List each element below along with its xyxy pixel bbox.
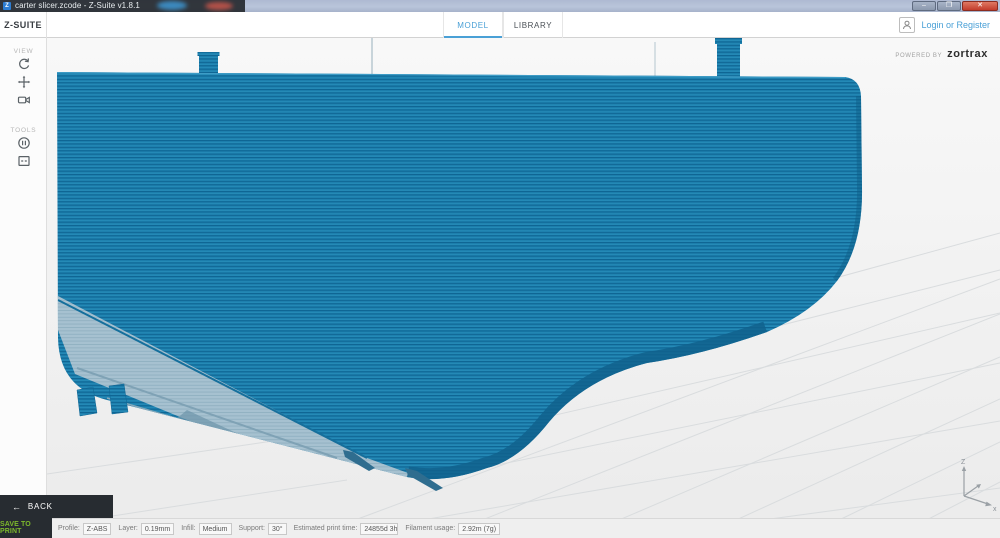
app-header: Z-SUITE MODEL LIBRARY Login or Register xyxy=(0,12,1000,38)
print-summary-bar: SAVE TO PRINT Profile: Z-ABS Layer: 0.19… xyxy=(0,518,1000,538)
axis-x-label: x xyxy=(993,506,997,513)
logo-box: Z-SUITE xyxy=(0,12,47,38)
powered-by-label: POWERED BY xyxy=(895,53,942,59)
support-label: Support: xyxy=(239,525,265,532)
support-field: Support: 30° xyxy=(239,523,287,535)
desktop-icon-blur-blue xyxy=(157,1,187,10)
support-value: 30° xyxy=(268,523,287,535)
dimensions-icon[interactable] xyxy=(0,152,47,170)
profile-label: Profile: xyxy=(58,525,80,532)
sidebar-section-view-label: VIEW xyxy=(14,48,34,55)
sliced-model[interactable] xyxy=(57,38,862,491)
axis-z-label: Z xyxy=(961,459,966,466)
back-arrow-icon: ← xyxy=(12,502,22,512)
minimize-button[interactable]: – xyxy=(912,1,936,11)
login-area[interactable]: Login or Register xyxy=(899,12,990,38)
back-button-label: BACK xyxy=(28,502,53,511)
camera-icon[interactable] xyxy=(0,91,47,109)
print-time-label: Estimated print time: xyxy=(294,525,358,532)
move-icon[interactable] xyxy=(0,73,47,91)
maximize-button[interactable]: ❐ xyxy=(937,1,961,11)
model-boss-right xyxy=(715,38,742,82)
layer-field: Layer: 0.19mm xyxy=(118,523,174,535)
z-suite-logo: Z-SUITE xyxy=(4,20,42,30)
profile-value: Z-ABS xyxy=(83,523,112,535)
model-boss-left xyxy=(198,52,220,76)
tab-model[interactable]: MODEL xyxy=(443,12,503,38)
user-icon xyxy=(899,17,915,33)
tab-library[interactable]: LIBRARY xyxy=(503,12,563,38)
infill-label: Infill: xyxy=(181,525,195,532)
filament-usage-field: Filament usage: 2.92m (7g) xyxy=(405,523,500,535)
powered-by-branding: POWERED BY zortrax xyxy=(895,48,988,60)
save-to-print-button[interactable]: SAVE TO PRINT xyxy=(0,518,52,538)
filament-usage-label: Filament usage: xyxy=(405,525,455,532)
login-or-register-link[interactable]: Login or Register xyxy=(921,20,990,30)
sidebar-section-tools-label: TOOLS xyxy=(11,127,37,134)
scene-canvas: Z x xyxy=(47,38,1000,538)
print-settings-summary: Profile: Z-ABS Layer: 0.19mm Infill: Med… xyxy=(52,518,1000,538)
pause-icon[interactable] xyxy=(0,134,47,152)
zortrax-logo: zortrax xyxy=(947,48,988,60)
rotate-icon[interactable] xyxy=(0,55,47,73)
app-icon: Z xyxy=(3,2,11,10)
z-suite-window: Z carter slicer.zcode - Z-Suite v1.8.1 –… xyxy=(0,0,1000,538)
print-time-field: Estimated print time: 24855d 3h 1 xyxy=(294,523,399,535)
print-time-value: 24855d 3h 1 xyxy=(360,523,398,535)
profile-field: Profile: Z-ABS xyxy=(58,523,111,535)
desktop-icon-blur-red xyxy=(205,2,233,10)
3d-viewport[interactable]: Z x POWERED BY zortrax xyxy=(47,38,1000,538)
back-button[interactable]: ← BACK xyxy=(0,495,113,518)
layer-label: Layer: xyxy=(118,525,137,532)
infill-field: Infill: Medium xyxy=(181,523,231,535)
layer-value: 0.19mm xyxy=(141,523,174,535)
infill-value: Medium xyxy=(199,523,232,535)
window-title: carter slicer.zcode - Z-Suite v1.8.1 xyxy=(15,0,140,12)
filament-usage-value: 2.92m (7g) xyxy=(458,523,500,535)
window-titlebar[interactable]: Z carter slicer.zcode - Z-Suite v1.8.1 –… xyxy=(0,0,1000,12)
main-tabs: MODEL LIBRARY xyxy=(443,12,563,38)
tool-sidebar: VIEW TOOLS xyxy=(0,38,47,496)
close-button[interactable]: ✕ xyxy=(962,1,998,11)
